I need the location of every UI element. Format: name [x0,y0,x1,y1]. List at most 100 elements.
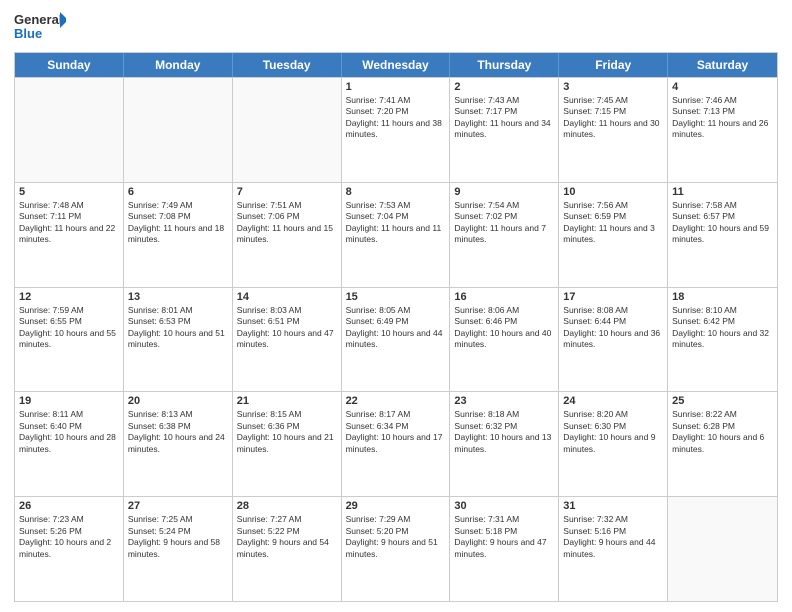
day-info: Sunrise: 7:27 AMSunset: 5:22 PMDaylight:… [237,514,337,560]
day-number: 11 [672,186,773,198]
day-info: Sunrise: 7:56 AMSunset: 6:59 PMDaylight:… [563,200,663,246]
day-info: Sunrise: 8:11 AMSunset: 6:40 PMDaylight:… [19,409,119,455]
cal-week-1: 1 Sunrise: 7:41 AMSunset: 7:20 PMDaylight… [15,77,777,182]
cal-cell: 23 Sunrise: 8:18 AMSunset: 6:32 PMDayligh… [450,392,559,496]
cal-cell [668,497,777,601]
cal-cell: 14Sunrise: 8:03 AMSunset: 6:51 PMDayligh… [233,288,342,392]
cal-cell: 20 Sunrise: 8:13 AMSunset: 6:38 PMDayligh… [124,392,233,496]
cal-cell [233,78,342,182]
logo-svg: General Blue [14,10,66,46]
day-info: Sunrise: 8:08 AMSunset: 6:44 PMDaylight:… [563,305,663,351]
page: General Blue SundayMondayTuesdayWednesda… [0,0,792,612]
day-number: 30 [454,500,554,512]
day-number: 7 [237,186,337,198]
day-number: 4 [672,81,773,93]
cal-cell: 28 Sunrise: 7:27 AMSunset: 5:22 PMDayligh… [233,497,342,601]
cal-week-5: 26 Sunrise: 7:23 AMSunset: 5:26 PMDayligh… [15,496,777,601]
day-info: Sunrise: 8:22 AMSunset: 6:28 PMDaylight:… [672,409,773,455]
cal-cell: 29 Sunrise: 7:29 AMSunset: 5:20 PMDayligh… [342,497,451,601]
day-number: 16 [454,291,554,303]
cal-cell: 8 Sunrise: 7:53 AMSunset: 7:04 PMDaylight… [342,183,451,287]
cal-header-monday: Monday [124,53,233,77]
day-info: Sunrise: 7:58 AMSunset: 6:57 PMDaylight:… [672,200,773,246]
day-info: Sunrise: 7:54 AMSunset: 7:02 PMDaylight:… [454,200,554,246]
day-info: Sunrise: 8:17 AMSunset: 6:34 PMDaylight:… [346,409,446,455]
cal-cell: 27Sunrise: 7:25 AMSunset: 5:24 PMDayligh… [124,497,233,601]
day-info: Sunrise: 7:45 AMSunset: 7:15 PMDaylight:… [563,95,663,141]
day-info: Sunrise: 8:13 AMSunset: 6:38 PMDaylight:… [128,409,228,455]
cal-cell [124,78,233,182]
day-info: Sunrise: 7:31 AMSunset: 5:18 PMDaylight:… [454,514,554,560]
cal-cell: 11 Sunrise: 7:58 AMSunset: 6:57 PMDayligh… [668,183,777,287]
calendar-body: 1 Sunrise: 7:41 AMSunset: 7:20 PMDaylight… [15,77,777,601]
cal-header-sunday: Sunday [15,53,124,77]
cal-header-thursday: Thursday [450,53,559,77]
calendar-header-row: SundayMondayTuesdayWednesdayThursdayFrid… [15,53,777,77]
day-info: Sunrise: 7:49 AMSunset: 7:08 PMDaylight:… [128,200,228,246]
cal-header-wednesday: Wednesday [342,53,451,77]
day-number: 3 [563,81,663,93]
day-info: Sunrise: 8:18 AMSunset: 6:32 PMDaylight:… [454,409,554,455]
day-number: 23 [454,395,554,407]
day-number: 31 [563,500,663,512]
cal-cell: 26 Sunrise: 7:23 AMSunset: 5:26 PMDayligh… [15,497,124,601]
day-number: 5 [19,186,119,198]
day-info: Sunrise: 7:23 AMSunset: 5:26 PMDaylight:… [19,514,119,560]
day-info: Sunrise: 8:05 AMSunset: 6:49 PMDaylight:… [346,305,446,351]
day-info: Sunrise: 7:46 AMSunset: 7:13 PMDaylight:… [672,95,773,141]
cal-cell: 17 Sunrise: 8:08 AMSunset: 6:44 PMDayligh… [559,288,668,392]
cal-cell [15,78,124,182]
cal-cell: 12 Sunrise: 7:59 AMSunset: 6:55 PMDayligh… [15,288,124,392]
day-info: Sunrise: 7:59 AMSunset: 6:55 PMDaylight:… [19,305,119,351]
day-number: 20 [128,395,228,407]
cal-cell: 5Sunrise: 7:48 AMSunset: 7:11 PMDaylight… [15,183,124,287]
cal-cell: 7Sunrise: 7:51 AMSunset: 7:06 PMDaylight… [233,183,342,287]
day-number: 28 [237,500,337,512]
day-info: Sunrise: 7:53 AMSunset: 7:04 PMDaylight:… [346,200,446,246]
cal-cell: 15 Sunrise: 8:05 AMSunset: 6:49 PMDayligh… [342,288,451,392]
day-number: 8 [346,186,446,198]
day-number: 21 [237,395,337,407]
cal-cell: 16Sunrise: 8:06 AMSunset: 6:46 PMDayligh… [450,288,559,392]
day-number: 18 [672,291,773,303]
svg-text:Blue: Blue [14,26,42,41]
cal-cell: 6 Sunrise: 7:49 AMSunset: 7:08 PMDaylight… [124,183,233,287]
cal-cell: 9 Sunrise: 7:54 AMSunset: 7:02 PMDaylight… [450,183,559,287]
day-number: 19 [19,395,119,407]
day-number: 25 [672,395,773,407]
cal-header-friday: Friday [559,53,668,77]
svg-text:General: General [14,12,62,27]
cal-cell: 1 Sunrise: 7:41 AMSunset: 7:20 PMDaylight… [342,78,451,182]
cal-cell: 13Sunrise: 8:01 AMSunset: 6:53 PMDayligh… [124,288,233,392]
cal-cell: 30 Sunrise: 7:31 AMSunset: 5:18 PMDayligh… [450,497,559,601]
cal-cell: 19 Sunrise: 8:11 AMSunset: 6:40 PMDayligh… [15,392,124,496]
day-number: 22 [346,395,446,407]
day-info: Sunrise: 7:41 AMSunset: 7:20 PMDaylight:… [346,95,446,141]
cal-header-tuesday: Tuesday [233,53,342,77]
cal-cell: 21 Sunrise: 8:15 AMSunset: 6:36 PMDayligh… [233,392,342,496]
day-info: Sunrise: 7:25 AMSunset: 5:24 PMDaylight:… [128,514,228,560]
day-number: 10 [563,186,663,198]
cal-cell: 31Sunrise: 7:32 AMSunset: 5:16 PMDayligh… [559,497,668,601]
calendar: SundayMondayTuesdayWednesdayThursdayFrid… [14,52,778,602]
day-info: Sunrise: 8:10 AMSunset: 6:42 PMDaylight:… [672,305,773,351]
day-info: Sunrise: 8:01 AMSunset: 6:53 PMDaylight:… [128,305,228,351]
day-number: 17 [563,291,663,303]
day-number: 9 [454,186,554,198]
day-number: 6 [128,186,228,198]
day-number: 2 [454,81,554,93]
day-number: 24 [563,395,663,407]
day-number: 1 [346,81,446,93]
day-number: 15 [346,291,446,303]
header: General Blue [14,10,778,46]
cal-cell: 4 Sunrise: 7:46 AMSunset: 7:13 PMDaylight… [668,78,777,182]
day-info: Sunrise: 8:15 AMSunset: 6:36 PMDaylight:… [237,409,337,455]
cal-cell: 3 Sunrise: 7:45 AMSunset: 7:15 PMDaylight… [559,78,668,182]
day-info: Sunrise: 7:29 AMSunset: 5:20 PMDaylight:… [346,514,446,560]
cal-cell: 18 Sunrise: 8:10 AMSunset: 6:42 PMDayligh… [668,288,777,392]
day-number: 26 [19,500,119,512]
day-number: 29 [346,500,446,512]
cal-cell: 22 Sunrise: 8:17 AMSunset: 6:34 PMDayligh… [342,392,451,496]
day-info: Sunrise: 8:20 AMSunset: 6:30 PMDaylight:… [563,409,663,455]
day-number: 12 [19,291,119,303]
